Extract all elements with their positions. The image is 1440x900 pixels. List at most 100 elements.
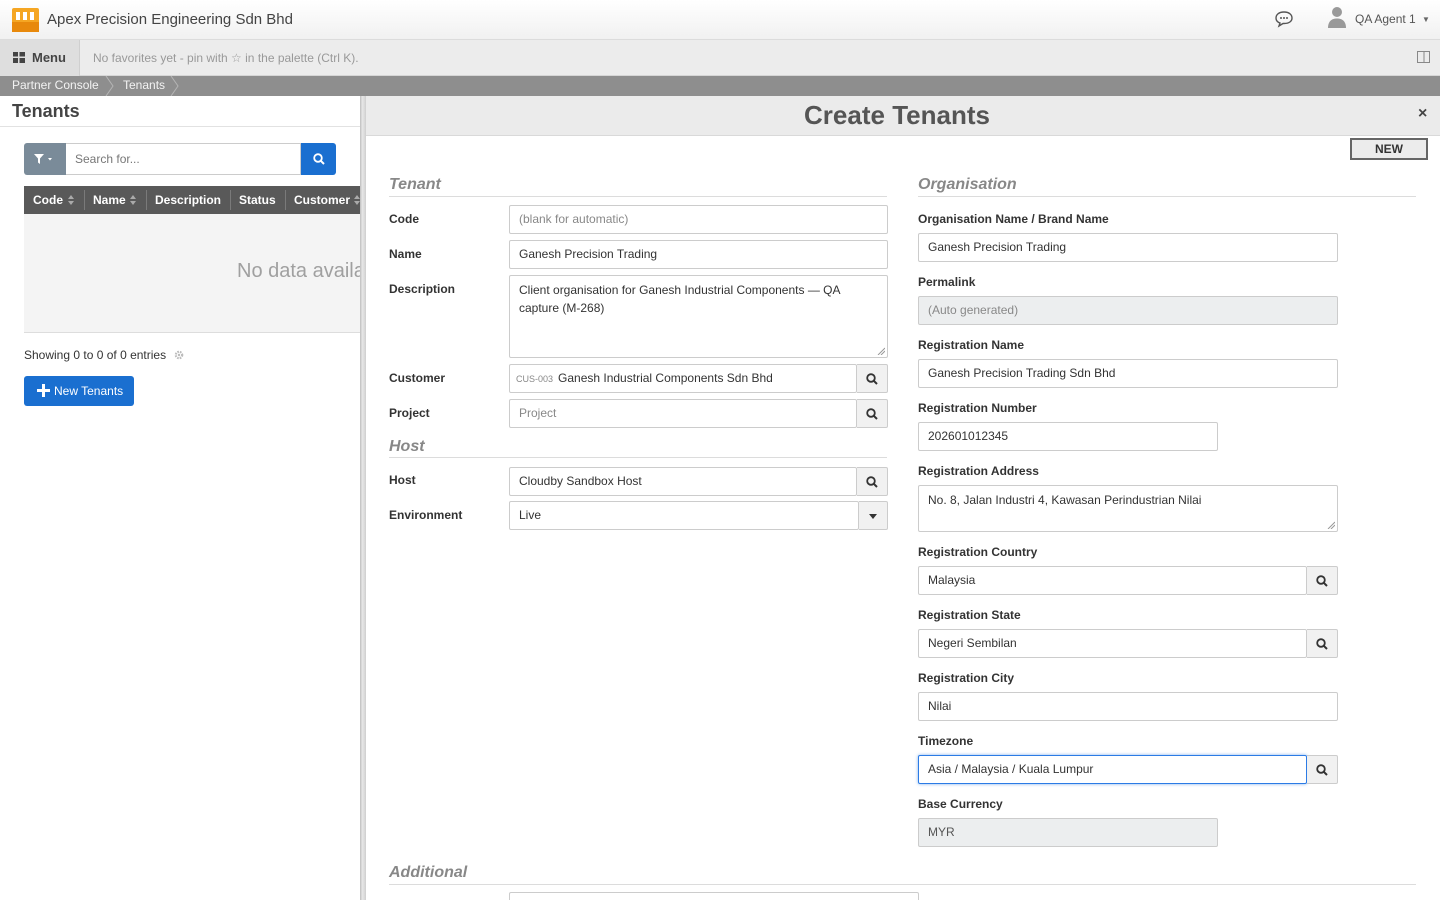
user-avatar-icon[interactable] [1327, 6, 1347, 28]
additional-field[interactable] [509, 892, 919, 900]
host-lookup-button[interactable] [857, 467, 888, 496]
app-title: Apex Precision Engineering Sdn Bhd [47, 11, 293, 28]
reg-address-field[interactable]: No. 8, Jalan Industri 4, Kawasan Perindu… [918, 485, 1338, 532]
reg-number-label: Registration Number [918, 401, 1037, 415]
menu-label: Menu [32, 50, 66, 65]
reg-country-field[interactable]: Malaysia [918, 566, 1307, 595]
column-header-status[interactable]: Status [239, 193, 276, 207]
filter-button[interactable] [24, 143, 66, 175]
entries-info: Showing 0 to 0 of 0 entries [24, 348, 167, 362]
resize-handle-icon[interactable] [877, 347, 885, 355]
reg-address-label: Registration Address [918, 464, 1039, 478]
dialog-header: Create Tenants × [366, 96, 1440, 136]
country-lookup-button[interactable] [1307, 566, 1338, 595]
divider [230, 190, 231, 210]
search-icon [313, 153, 325, 165]
section-organisation-title: Organisation [918, 176, 1017, 193]
sort-icon[interactable] [68, 195, 74, 205]
new-tenants-button[interactable]: New Tenants [24, 376, 134, 406]
column-header-name[interactable]: Name [93, 193, 126, 207]
host-field[interactable]: Cloudby Sandbox Host [509, 467, 857, 496]
customer-lookup-button[interactable] [857, 364, 888, 393]
divider [389, 884, 1416, 885]
gear-icon[interactable] [174, 350, 184, 360]
project-field[interactable]: Project [509, 399, 857, 428]
divider [285, 190, 286, 210]
search-button[interactable] [301, 143, 336, 175]
breadcrumb-tenants[interactable]: Tenants [123, 78, 165, 92]
permalink-label: Permalink [918, 275, 976, 289]
description-label: Description [389, 282, 456, 296]
record-status-badge: NEW [1350, 138, 1428, 160]
filter-icon [34, 154, 52, 164]
name-field[interactable]: Ganesh Precision Trading [509, 240, 888, 269]
reg-city-field[interactable]: Nilai [918, 692, 1338, 721]
environment-select[interactable]: Live [509, 501, 859, 530]
environment-label: Environment [389, 508, 463, 522]
base-currency-label: Base Currency [918, 797, 1003, 811]
new-tenants-label: New Tenants [54, 384, 124, 398]
project-label: Project [389, 406, 430, 420]
menu-bar: Menu No favorites yet - pin with ☆ in th… [0, 40, 1440, 76]
customer-code: CUS-003 [516, 374, 554, 384]
sort-icon[interactable] [130, 195, 136, 205]
search-input[interactable] [66, 143, 301, 175]
divider [146, 190, 147, 210]
code-label: Code [389, 212, 419, 226]
table-header: Code Name Description Status Customer [24, 186, 360, 214]
timezone-lookup-button[interactable] [1307, 755, 1338, 784]
code-field[interactable]: (blank for automatic) [509, 205, 888, 234]
search-icon [1316, 638, 1328, 650]
menu-button[interactable]: Menu [0, 40, 80, 76]
reg-state-field[interactable]: Negeri Sembilan [918, 629, 1307, 658]
divider [84, 190, 85, 210]
favorites-hint: No favorites yet - pin with ☆ in the pal… [93, 51, 359, 65]
reg-city-label: Registration City [918, 671, 1015, 685]
resize-handle-icon[interactable] [1327, 521, 1335, 529]
reg-name-label: Registration Name [918, 338, 1025, 352]
customer-label: Customer [389, 371, 446, 385]
org-name-field[interactable]: Ganesh Precision Trading [918, 233, 1338, 262]
search-icon [866, 476, 878, 488]
dialog-title: Create Tenants [804, 100, 990, 130]
timezone-field[interactable]: Asia / Malaysia / Kuala Lumpur [918, 755, 1307, 784]
breadcrumb: Partner Console Tenants [0, 76, 1440, 96]
grid-icon [13, 52, 25, 63]
state-lookup-button[interactable] [1307, 629, 1338, 658]
section-host-title: Host [389, 438, 425, 455]
timezone-label: Timezone [918, 734, 974, 748]
search-icon [866, 408, 878, 420]
org-name-label: Organisation Name / Brand Name [918, 212, 1109, 226]
reg-state-label: Registration State [918, 608, 1021, 622]
base-currency-field: MYR [918, 818, 1218, 847]
environment-dropdown-button[interactable] [859, 501, 888, 530]
customer-value: Ganesh Industrial Components Sdn Bhd [558, 371, 773, 385]
divider [389, 457, 887, 458]
reg-number-field[interactable]: 202601012345 [918, 422, 1218, 451]
project-lookup-button[interactable] [857, 399, 888, 428]
column-header-description[interactable]: Description [155, 193, 221, 207]
section-additional-title: Additional [389, 864, 468, 881]
caret-down-icon [869, 514, 877, 519]
chat-icon[interactable] [1274, 10, 1294, 28]
search-icon [1316, 575, 1328, 587]
create-tenant-dialog: Create Tenants × NEW Tenant Code (blank … [366, 96, 1440, 900]
user-name[interactable]: QA Agent 1 [1355, 12, 1416, 26]
reg-country-label: Registration Country [918, 545, 1038, 559]
panel-layout-icon[interactable] [1417, 51, 1430, 63]
name-label: Name [389, 247, 422, 261]
user-menu-caret-icon[interactable]: ▼ [1422, 15, 1430, 24]
app-logo-icon[interactable] [12, 8, 39, 32]
column-header-customer[interactable]: Customer [294, 193, 350, 207]
host-label: Host [389, 473, 416, 487]
description-field[interactable]: Client organisation for Ganesh Industria… [509, 275, 888, 358]
breadcrumb-separator-icon [105, 76, 114, 96]
reg-name-field[interactable]: Ganesh Precision Trading Sdn Bhd [918, 359, 1338, 388]
close-icon[interactable]: × [1418, 105, 1427, 123]
column-header-code[interactable]: Code [33, 193, 63, 207]
search-icon [866, 373, 878, 385]
customer-field[interactable]: CUS-003 Ganesh Industrial Components Sdn … [509, 364, 857, 393]
table-body: No data available in table [24, 214, 360, 333]
search-icon [1316, 764, 1328, 776]
breadcrumb-partner-console[interactable]: Partner Console [12, 78, 99, 92]
